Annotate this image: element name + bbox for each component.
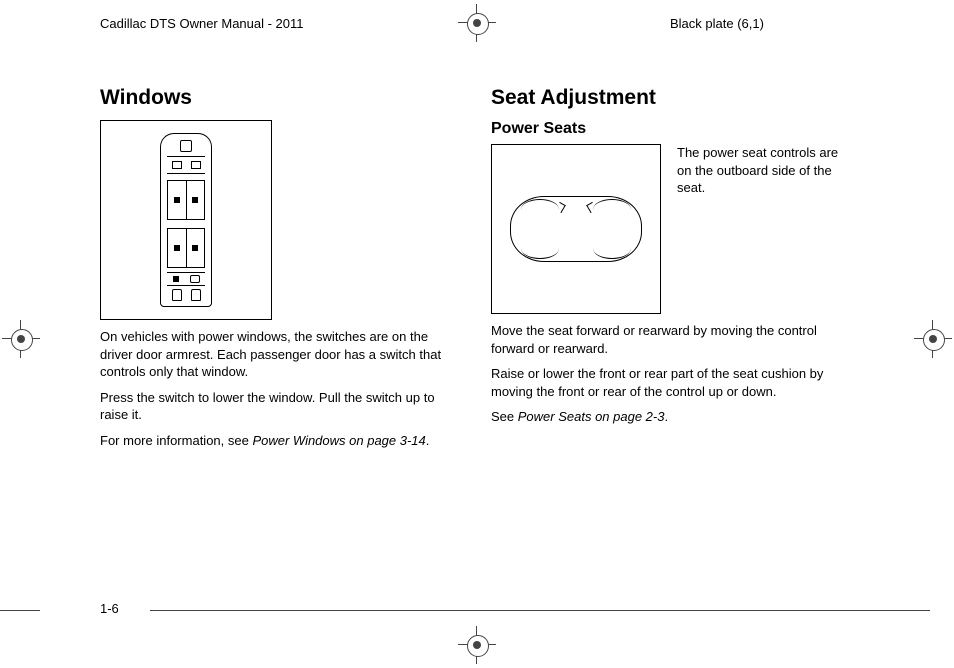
windows-heading: Windows [100,86,463,110]
seat-subheading: Power Seats [491,120,854,138]
registration-mark-top [458,4,496,42]
registration-mark-right [914,320,952,358]
seat-paragraph-3: See Power Seats on page 2-3. [491,408,854,426]
windows-para3-tail: . [426,433,430,448]
windows-para3-lead: For more information, see [100,433,252,448]
windows-paragraph-1: On vehicles with power windows, the swit… [100,328,463,381]
column-seat-adjustment: Seat Adjustment Power Seats The power se… [491,80,854,457]
header-plate-label: Black plate (6,1) [670,16,764,31]
figure-power-seat-control [491,144,661,314]
seat-paragraph-2: Raise or lower the front or rear part of… [491,365,854,400]
registration-mark-bottom [458,626,496,664]
seat-intro-paragraph: The power seat controls are on the outbo… [677,144,854,197]
seat-heading: Seat Adjustment [491,86,854,110]
seat-cross-reference: Power Seats on page 2-3 [518,409,665,424]
crop-line [0,610,40,611]
window-switch-panel-illustration [160,133,212,307]
figure-window-switches [100,120,272,320]
page-number: 1-6 [100,601,119,616]
seat-para3-tail: . [664,409,668,424]
seat-para3-lead: See [491,409,518,424]
column-windows: Windows On vehicles with power windows, … [100,80,463,457]
seat-paragraph-1: Move the seat forward or rearward by mov… [491,322,854,357]
windows-paragraph-3: For more information, see Power Windows … [100,432,463,450]
windows-paragraph-2: Press the switch to lower the window. Pu… [100,389,463,424]
seat-control-illustration [510,196,642,262]
header-manual-title: Cadillac DTS Owner Manual - 2011 [100,16,304,31]
crop-line [150,610,930,611]
registration-mark-left [2,320,40,358]
windows-cross-reference: Power Windows on page 3-14 [252,433,425,448]
page-body: Windows On vehicles with power windows, … [100,80,854,588]
